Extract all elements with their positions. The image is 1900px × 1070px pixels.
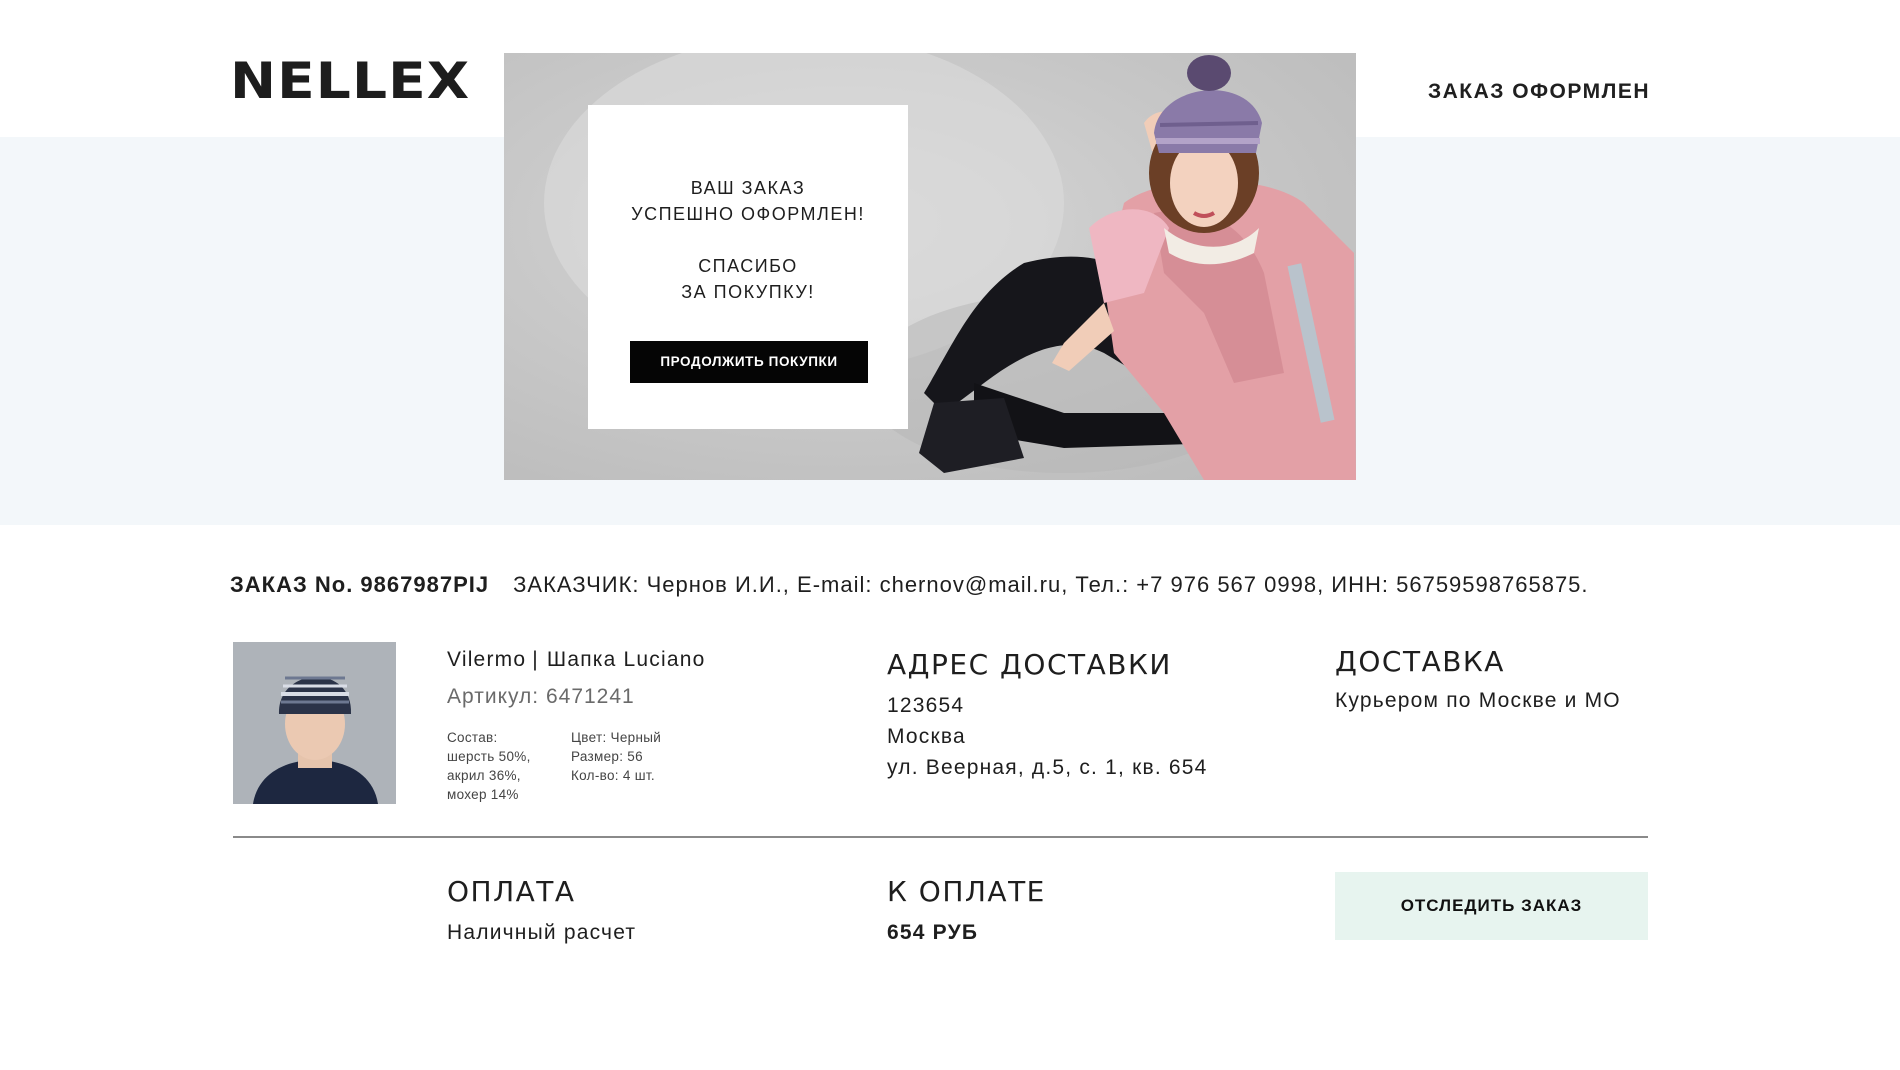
composition-line: шерсть 50%, xyxy=(447,749,531,764)
product-size: Размер: 56 xyxy=(571,749,643,764)
product-details: Цвет: Черный Размер: 56 Кол-во: 4 шт. xyxy=(571,728,661,785)
payment-title: ОПЛАТА xyxy=(447,875,576,908)
product-photo-illustration xyxy=(233,642,396,804)
product-quantity: Кол-во: 4 шт. xyxy=(571,768,655,783)
total-title: К ОПЛАТЕ xyxy=(887,875,1046,908)
total-amount: 654 РУБ xyxy=(887,921,979,944)
product-name: Шапка Luciano xyxy=(546,648,706,671)
title-separator: | xyxy=(532,648,539,671)
payment-method: Наличный расчет xyxy=(447,921,637,944)
thanks-message-line: ЗА ПОКУПКУ! xyxy=(681,282,815,302)
product-color: Цвет: Черный xyxy=(571,730,662,745)
product-composition: Состав: шерсть 50%, акрил 36%, мохер 14% xyxy=(447,728,531,804)
product-image[interactable] xyxy=(233,642,396,804)
delivery-address: 123654 Москва ул. Веерная, д.5, с. 1, кв… xyxy=(887,690,1208,783)
logo[interactable]: NELLEX xyxy=(230,52,470,110)
address-title: АДРЕС ДОСТАВКИ xyxy=(887,648,1172,681)
product-article: Артикул: 6471241 xyxy=(447,685,635,708)
address-city: Москва xyxy=(887,725,966,748)
order-info-line: ЗАКАЗ No. 9867987PIJ ЗАКАЗЧИК: Чернов И.И… xyxy=(230,572,1650,598)
delivery-title: ДОСТАВКА xyxy=(1335,645,1505,678)
delivery-method: Курьером по Москве и МО xyxy=(1335,689,1621,712)
address-zip: 123654 xyxy=(887,694,965,717)
success-message-line: УСПЕШНО ОФОРМЛЕН! xyxy=(631,204,865,224)
success-message-line: ВАШ ЗАКАЗ xyxy=(690,178,806,198)
customer-info: ЗАКАЗЧИК: Чернов И.И., E-mail: chernov@m… xyxy=(513,572,1589,597)
track-order-button[interactable]: ОТСЛЕДИТЬ ЗАКАЗ xyxy=(1335,872,1648,940)
composition-line: мохер 14% xyxy=(447,787,519,802)
address-street: ул. Веерная, д.5, с. 1, кв. 654 xyxy=(887,756,1208,779)
composition-line: Состав: xyxy=(447,730,498,745)
product-brand: Vilermo xyxy=(447,648,527,671)
success-message-spacer xyxy=(588,227,908,253)
composition-line: акрил 36%, xyxy=(447,768,521,783)
thanks-message-line: СПАСИБО xyxy=(698,256,798,276)
continue-shopping-button[interactable]: ПРОДОЛЖИТЬ ПОКУПКИ xyxy=(630,341,868,383)
page-status-title: ЗАКАЗ ОФОРМЛЕН xyxy=(1427,80,1650,103)
order-number: ЗАКАЗ No. 9867987PIJ xyxy=(230,572,490,597)
product-title[interactable]: Vilermo | Шапка Luciano xyxy=(447,648,706,672)
section-divider xyxy=(233,836,1648,838)
